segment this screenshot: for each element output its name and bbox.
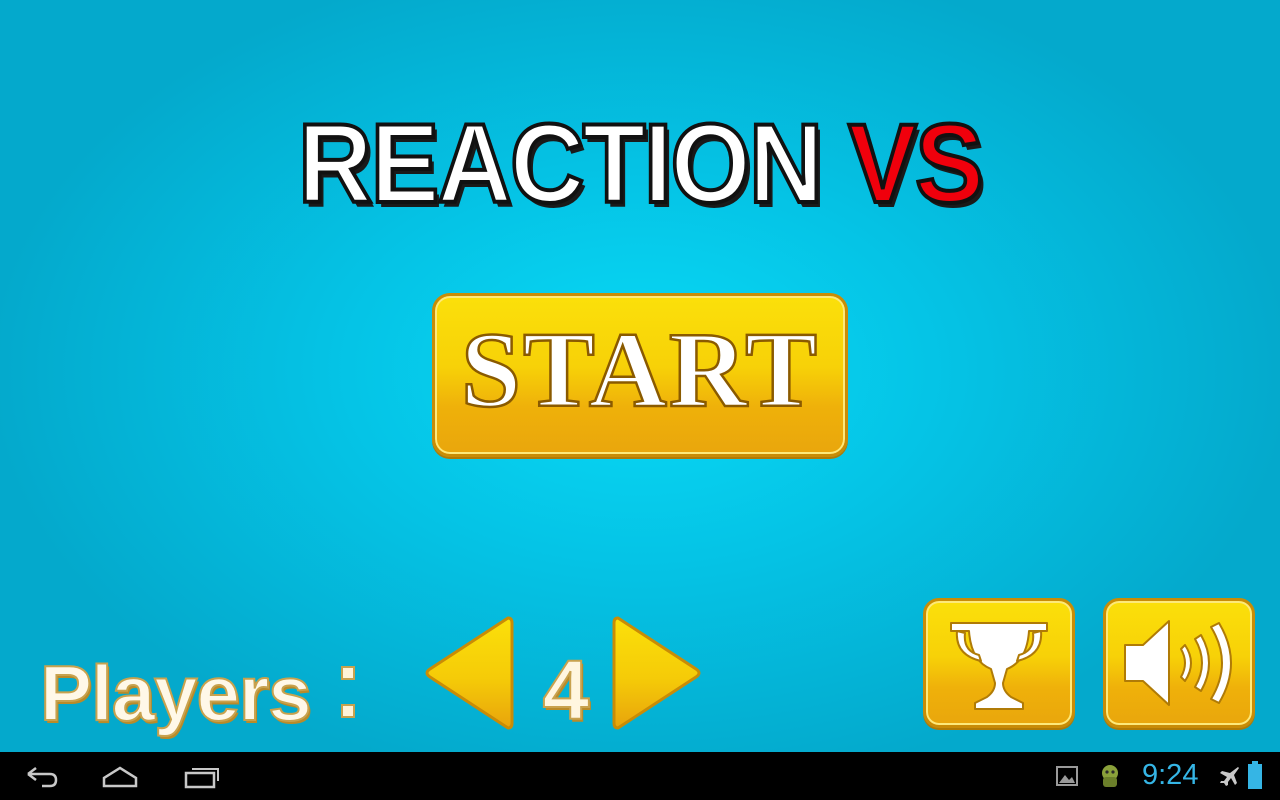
android-notification-icon [1102,765,1118,787]
title-accent: VS [846,101,985,226]
leaderboard-button[interactable] [923,598,1075,728]
system-navigation-bar [0,752,1280,800]
player-count: 4 [542,643,591,737]
speaker-icon [1124,620,1232,706]
game-title: REACTION VS [51,106,1229,222]
airplane-mode-icon [1220,767,1239,786]
battery-icon [1248,761,1262,789]
start-button-label: START [460,310,820,432]
players-colon [338,660,358,722]
title-main: REACTION [296,101,825,226]
recent-apps-icon[interactable] [182,760,222,792]
decrease-players-arrow-icon[interactable] [422,614,514,732]
trophy-icon [950,622,1048,710]
status-clock: 9:24 [1142,759,1199,791]
sound-toggle-button[interactable] [1103,598,1255,728]
game-screen: REACTION VS START Players 4 [0,0,1280,752]
gallery-notification-icon [1056,766,1078,786]
increase-players-arrow-icon[interactable] [612,614,704,732]
start-button[interactable]: START [432,293,848,457]
back-icon[interactable] [22,760,60,792]
players-label: Players [39,648,313,738]
home-icon[interactable] [100,760,140,792]
